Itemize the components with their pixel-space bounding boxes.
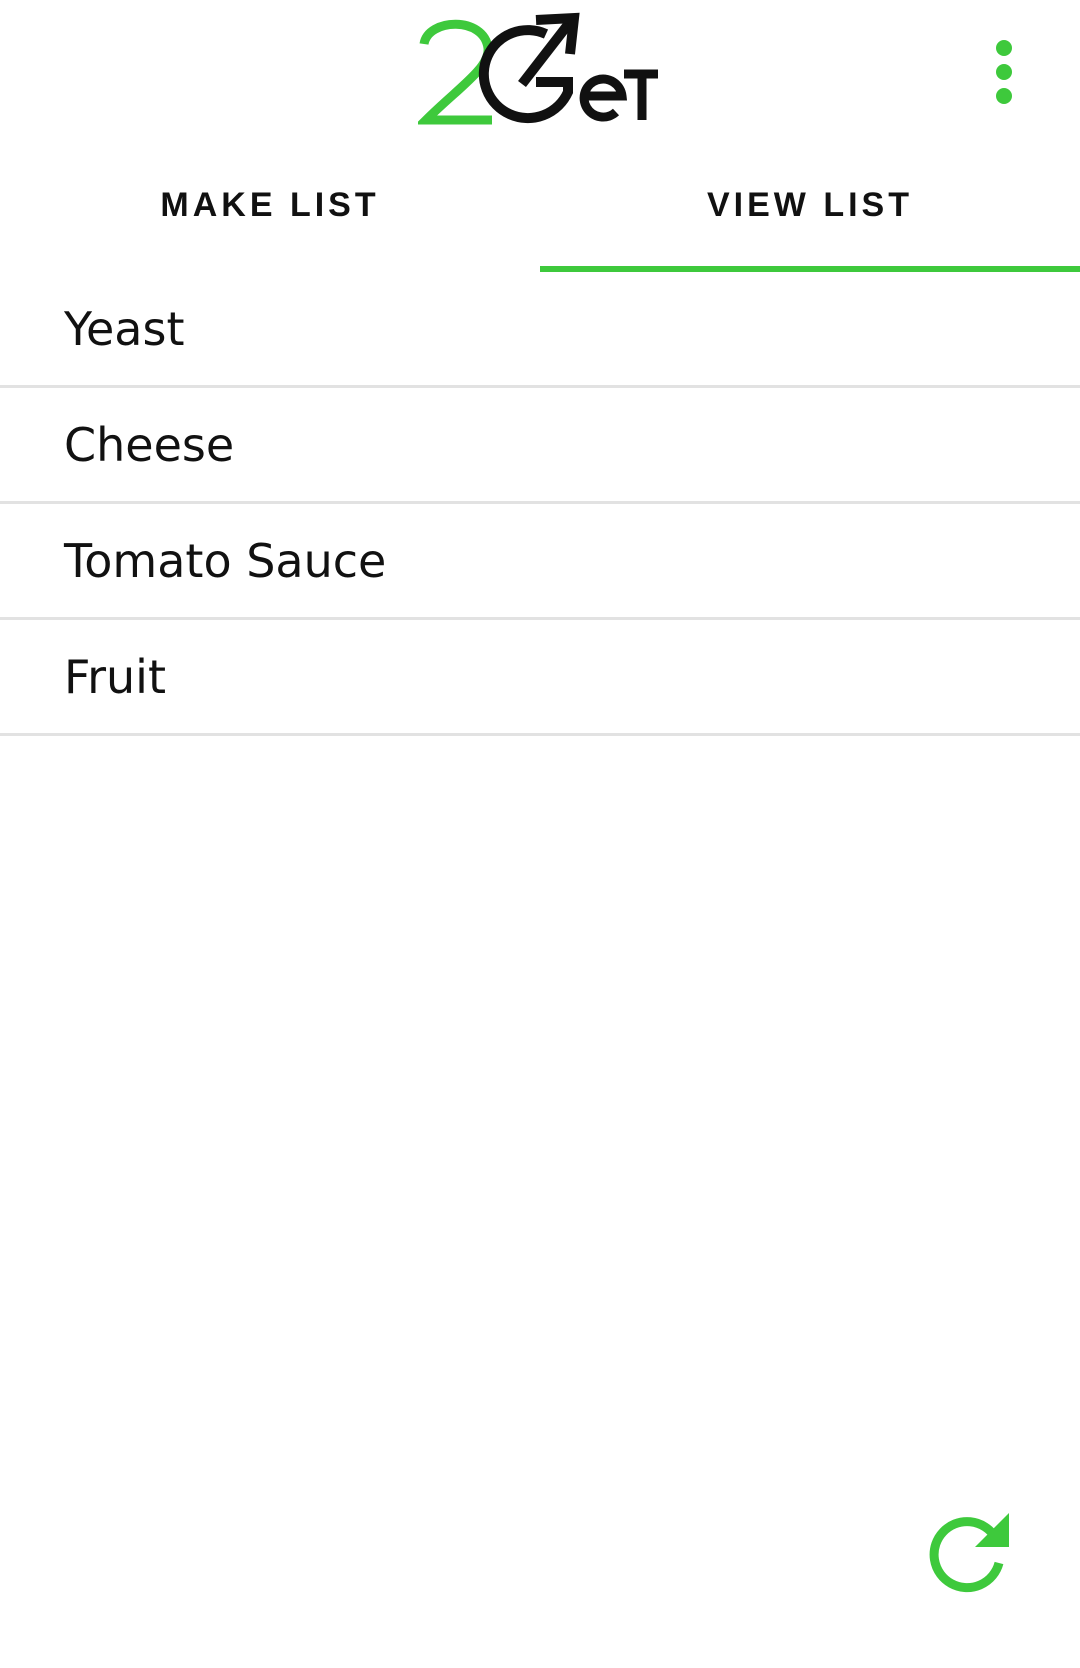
refresh-button[interactable]: [916, 1500, 1020, 1604]
tab-view-list-label: VIEW LIST: [707, 185, 913, 224]
list-item[interactable]: Tomato Sauce: [0, 504, 1080, 620]
more-vertical-icon: [996, 40, 1012, 104]
app-bar: [0, 0, 1080, 150]
tab-view-list[interactable]: VIEW LIST: [540, 150, 1080, 272]
list-item[interactable]: Yeast: [0, 272, 1080, 388]
list-item[interactable]: Fruit: [0, 620, 1080, 736]
list-item-label: Tomato Sauce: [64, 533, 387, 588]
list-item-label: Cheese: [64, 417, 235, 472]
list-item-label: Yeast: [64, 301, 185, 356]
app-logo: [418, 12, 658, 125]
tab-make-list-label: MAKE LIST: [160, 185, 380, 224]
overflow-menu-button[interactable]: [980, 34, 1028, 110]
tab-bar: MAKE LIST VIEW LIST: [0, 150, 1080, 272]
list-item[interactable]: Cheese: [0, 388, 1080, 504]
refresh-icon: [929, 1513, 1009, 1593]
tab-make-list[interactable]: MAKE LIST: [0, 150, 540, 272]
list-item-label: Fruit: [64, 649, 166, 704]
shopping-list: Yeast Cheese Tomato Sauce Fruit: [0, 272, 1080, 736]
